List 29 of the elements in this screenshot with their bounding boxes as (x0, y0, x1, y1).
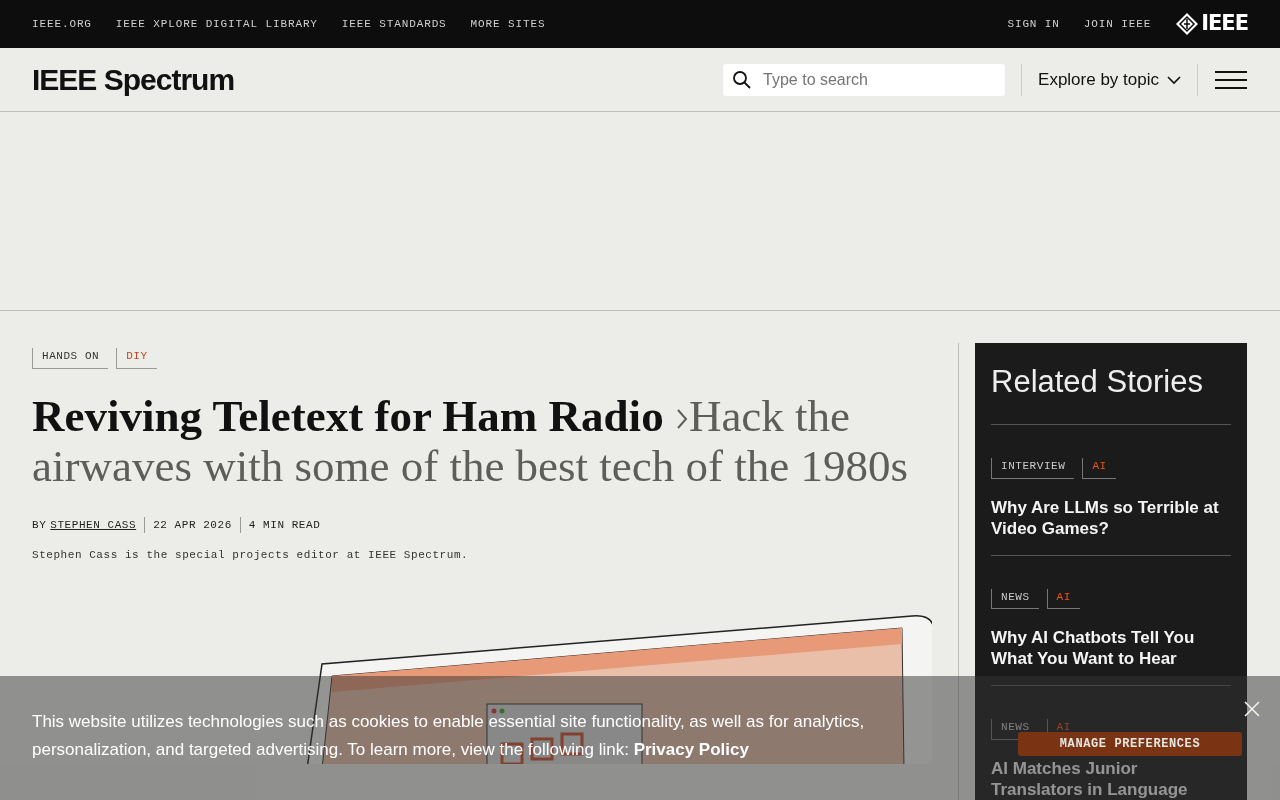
publish-date: 22 APR 2026 (144, 516, 232, 533)
story-link[interactable]: Why AI Chatbots Tell You What You Want to Hear (991, 627, 1231, 670)
explore-topic-dropdown[interactable]: Explore by topic (1021, 63, 1198, 96)
author-bio: Stephen Cass is the special projects editor at IEEE Spectrum. (32, 548, 470, 563)
panel-title: Related Stories (991, 363, 1231, 426)
top-nav-link[interactable]: IEEE STANDARDS (341, 15, 447, 33)
tag-link[interactable]: INTERVIEW (991, 458, 1075, 479)
top-nav-link[interactable]: IEEE XPLORE DIGITAL LIBRARY (115, 15, 318, 33)
top-nav-link[interactable]: MORE SITES (470, 15, 546, 33)
account-link[interactable]: JOIN IEEE (1083, 15, 1152, 33)
caret-icon (1167, 74, 1181, 85)
story-link[interactable]: AI Matches Junior Translators in Language (991, 757, 1231, 800)
story-link[interactable]: Why Are LLMs so Terrible at Video Games? (991, 496, 1231, 539)
tag-link[interactable]: DIY (116, 348, 157, 369)
article-headline: Reviving Teletext for Ham Radio Hack the airwaves with some of the best tech of the 1980s (32, 390, 910, 491)
read-time: 4 MIN READ (239, 516, 321, 533)
manage-preferences-button[interactable]: MANAGE PREFERENCES (1018, 732, 1242, 756)
byline-label: BY (32, 517, 47, 533)
ieee-logo[interactable]: IEEE (1175, 8, 1248, 40)
tag-link[interactable]: AI (1046, 588, 1080, 610)
tag-link[interactable]: AI (1082, 458, 1116, 479)
tag-link[interactable]: NEWS (991, 588, 1039, 610)
site-logo[interactable]: IEEE Spectrum (32, 57, 235, 102)
privacy-policy-link[interactable]: Privacy Policy (633, 740, 749, 759)
account-link[interactable]: SIGN IN (1007, 15, 1060, 33)
author-link[interactable]: STEPHEN CASS (50, 516, 137, 533)
top-nav-link[interactable]: IEEE.ORG (32, 15, 92, 33)
search-field[interactable]: Type to search (723, 63, 1006, 96)
tag-link[interactable]: HANDS ON (32, 348, 109, 369)
